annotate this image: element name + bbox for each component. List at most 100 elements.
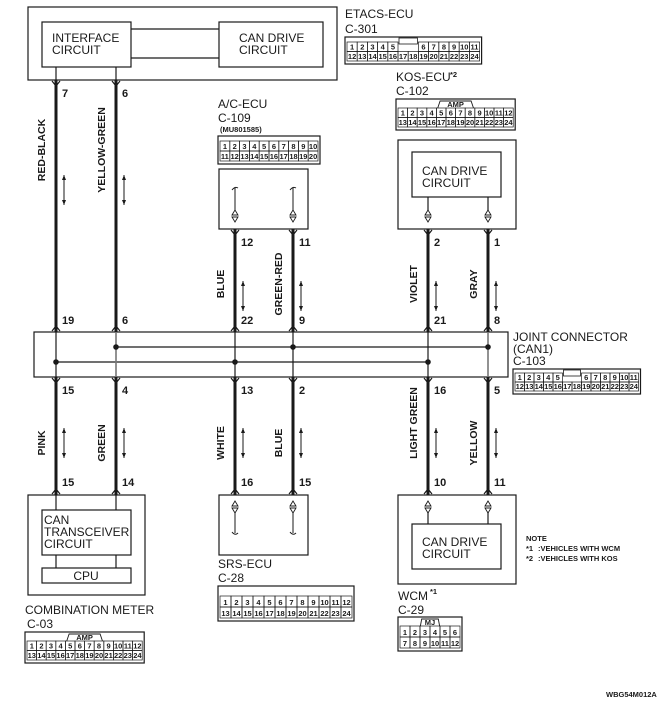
pin-number: 11 [299,237,311,249]
arrow-down-icon [122,453,126,458]
note-text: :VEHICLES WITH KOS [538,554,618,563]
connector-pin-number: 24 [470,52,479,61]
pin-number: 4 [122,385,129,397]
pin-number: 7 [62,88,68,100]
connector-pin-number: 8 [97,642,101,651]
pin-number: 19 [62,315,74,327]
connector-pin-number: 2 [234,598,238,607]
connector-pin-number: 19 [582,382,590,391]
connector-pin-number: 11 [630,373,638,382]
pin-number: 16 [241,477,253,489]
connector-pin-number: 6 [449,109,453,118]
pin-number: 8 [494,315,500,327]
connector-pin-number: 8 [603,373,607,382]
arrow-up-icon [299,281,303,286]
arrow-down-icon [494,306,498,311]
connector-pin-number: 13 [399,118,407,127]
connector-pin-number: 15 [544,382,552,391]
connector-pin-number: 16 [554,382,562,391]
connector-pin-number: 19 [419,52,427,61]
connector-pin-number: 7 [403,639,407,648]
bidirectional-port-icon [289,209,297,216]
connector-pin-number: 12 [342,598,350,607]
connector-pin-number: 5 [439,109,443,118]
arrow-up-icon [122,428,126,433]
wire-color-label: LIGHT GREEN [408,387,420,459]
connector-pin-number: 17 [437,118,445,127]
connector-pin-number: 9 [311,598,315,607]
connector-pin-number: 18 [76,651,84,660]
arrow-up-icon [62,428,66,433]
connector-pin-number: 11 [332,598,340,607]
connector-pin-number: 10 [320,598,328,607]
connector-pin-number: 22 [485,118,493,127]
arrow-up-icon [434,428,438,433]
connector-pin-number: 19 [85,651,93,660]
pin-number: 1 [494,237,500,249]
connector-pin-number: 8 [413,639,417,648]
connector-pin-number: 24 [133,651,142,660]
connector-pin-number: 11 [471,43,479,52]
connector-pin-number: 16 [56,651,64,660]
connector-pin-number: 15 [260,152,268,161]
connector-pin-number: 3 [423,628,427,637]
connector-pin-number: 12 [451,639,459,648]
connector-pin-number: 14 [37,651,46,660]
bidirectional-port-icon [484,500,492,507]
arrow-down-icon [299,306,303,311]
connector-pin-number: 12 [504,109,512,118]
connector-pin-number: 23 [495,118,503,127]
pin-number: 6 [122,315,128,327]
connector-pin-number: 9 [301,142,305,151]
bidirectional-port-icon [424,209,432,216]
cpu-label: CPU [73,569,98,583]
connector-pin-number: 18 [447,118,455,127]
connector-pin-number: 9 [107,642,111,651]
bidirectional-port-icon [231,507,239,514]
connector-pin-number: 12 [516,382,524,391]
arrow-down-icon [299,453,303,458]
pin-number: 5 [494,385,500,397]
connector-pin-number: 3 [49,642,53,651]
connector-pin-number: 19 [287,609,295,618]
connector-pin-number: 18 [409,52,417,61]
connector-pin-number: 14 [232,609,241,618]
connector-pin-number: 8 [468,109,472,118]
wire-color-label: PINK [36,430,48,456]
bidirectional-port-icon [424,507,432,514]
arrow-up-icon [241,281,245,286]
wire-color-label: RED-BLACK [36,118,48,181]
pin-number: 2 [434,237,440,249]
connector-pin-number: 2 [527,373,531,382]
bidirectional-port-icon [231,209,239,216]
pin-number: 9 [299,315,305,327]
connector-pin-number: 21 [601,382,609,391]
connector-pin-number: 7 [282,142,286,151]
connector-pin-number: 6 [278,598,282,607]
splice-dot [232,359,238,365]
pin-number: 11 [494,477,506,489]
connector-pin-number: 8 [291,142,295,151]
connector-pin-number: 2 [39,642,43,651]
connector-pin-number: 12 [231,152,239,161]
arrow-down-icon [241,453,245,458]
connector-pin-number: 22 [320,609,328,618]
bidirectional-port-icon [231,500,239,507]
connector-pin-number: 21 [104,651,112,660]
wire-color-label: BLUE [215,270,227,299]
connector-pin-number: 3 [242,142,246,151]
pin-number: 21 [434,315,446,327]
arrow-down-icon [241,306,245,311]
connector-pin-number: 1 [350,43,354,52]
joint-connector-id: C-103 [513,354,546,368]
connector-pin-number: 15 [243,609,251,618]
connector-pin-number: 1 [401,109,405,118]
connector-pin-number: 5 [391,43,395,52]
connector-pin-number: 19 [456,118,464,127]
arrow-down-icon [62,453,66,458]
splice-dot [425,359,431,365]
wire-color-label: WHITE [215,426,227,460]
pin-number: 2 [299,385,305,397]
arrow-down-icon [62,200,66,205]
splice-dot [290,344,296,350]
